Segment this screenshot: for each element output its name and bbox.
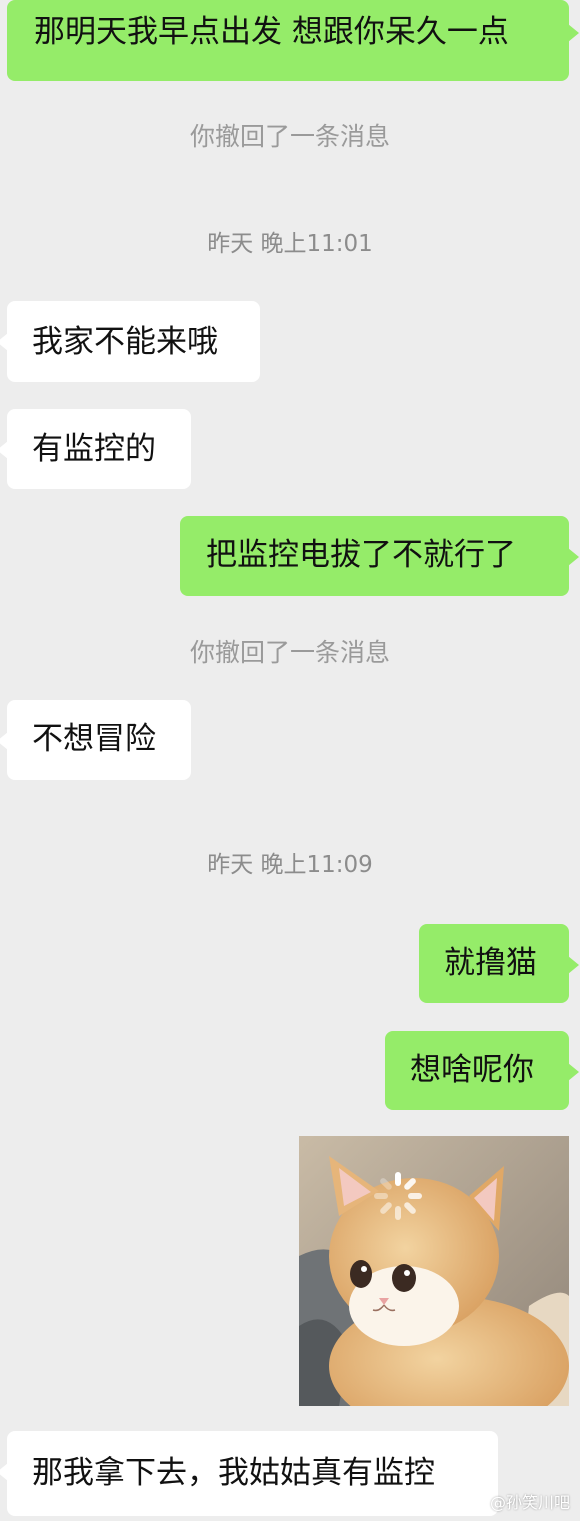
message-bubble-incoming[interactable]: 我家不能来哦 <box>0 301 260 382</box>
message-bubble-outgoing[interactable]: 想啥呢你 <box>385 1031 579 1110</box>
timestamp: 昨天 晚上11:01 <box>207 231 373 257</box>
message-bubble-incoming[interactable]: 有监控的 <box>0 409 191 489</box>
loading-cat-sticker[interactable] <box>299 1136 569 1406</box>
message-text: 那我拿下去，我姑姑真有监控 <box>32 1455 435 1491</box>
recall-notice: 你撤回了一条消息 <box>189 638 390 667</box>
timestamp: 昨天 晚上11:09 <box>207 852 373 878</box>
message-text: 想啥呢你 <box>410 1052 534 1088</box>
watermark: @孙笑川吧 <box>489 1493 570 1512</box>
message-bubble-incoming[interactable]: 不想冒险 <box>0 700 191 780</box>
message-bubble-outgoing[interactable]: 就撸猫 <box>419 924 579 1003</box>
message-text: 把监控电拔了不就行了 <box>206 537 516 573</box>
message-text: 我家不能来哦 <box>32 324 218 360</box>
message-bubble-outgoing[interactable]: 把监控电拔了不就行了 <box>180 516 579 596</box>
cat-sticker-image <box>299 1136 569 1406</box>
message-text: 就撸猫 <box>444 945 537 981</box>
message-text: 有监控的 <box>32 431 156 467</box>
recall-notice: 你撤回了一条消息 <box>189 122 390 151</box>
message-bubble-incoming[interactable]: 那我拿下去，我姑姑真有监控 <box>0 1431 498 1516</box>
message-bubble-outgoing[interactable]: 那明天我早点出发 想跟你呆久一点 <box>7 0 579 81</box>
message-text: 不想冒险 <box>32 721 156 757</box>
message-text: 那明天我早点出发 想跟你呆久一点 <box>34 14 509 50</box>
